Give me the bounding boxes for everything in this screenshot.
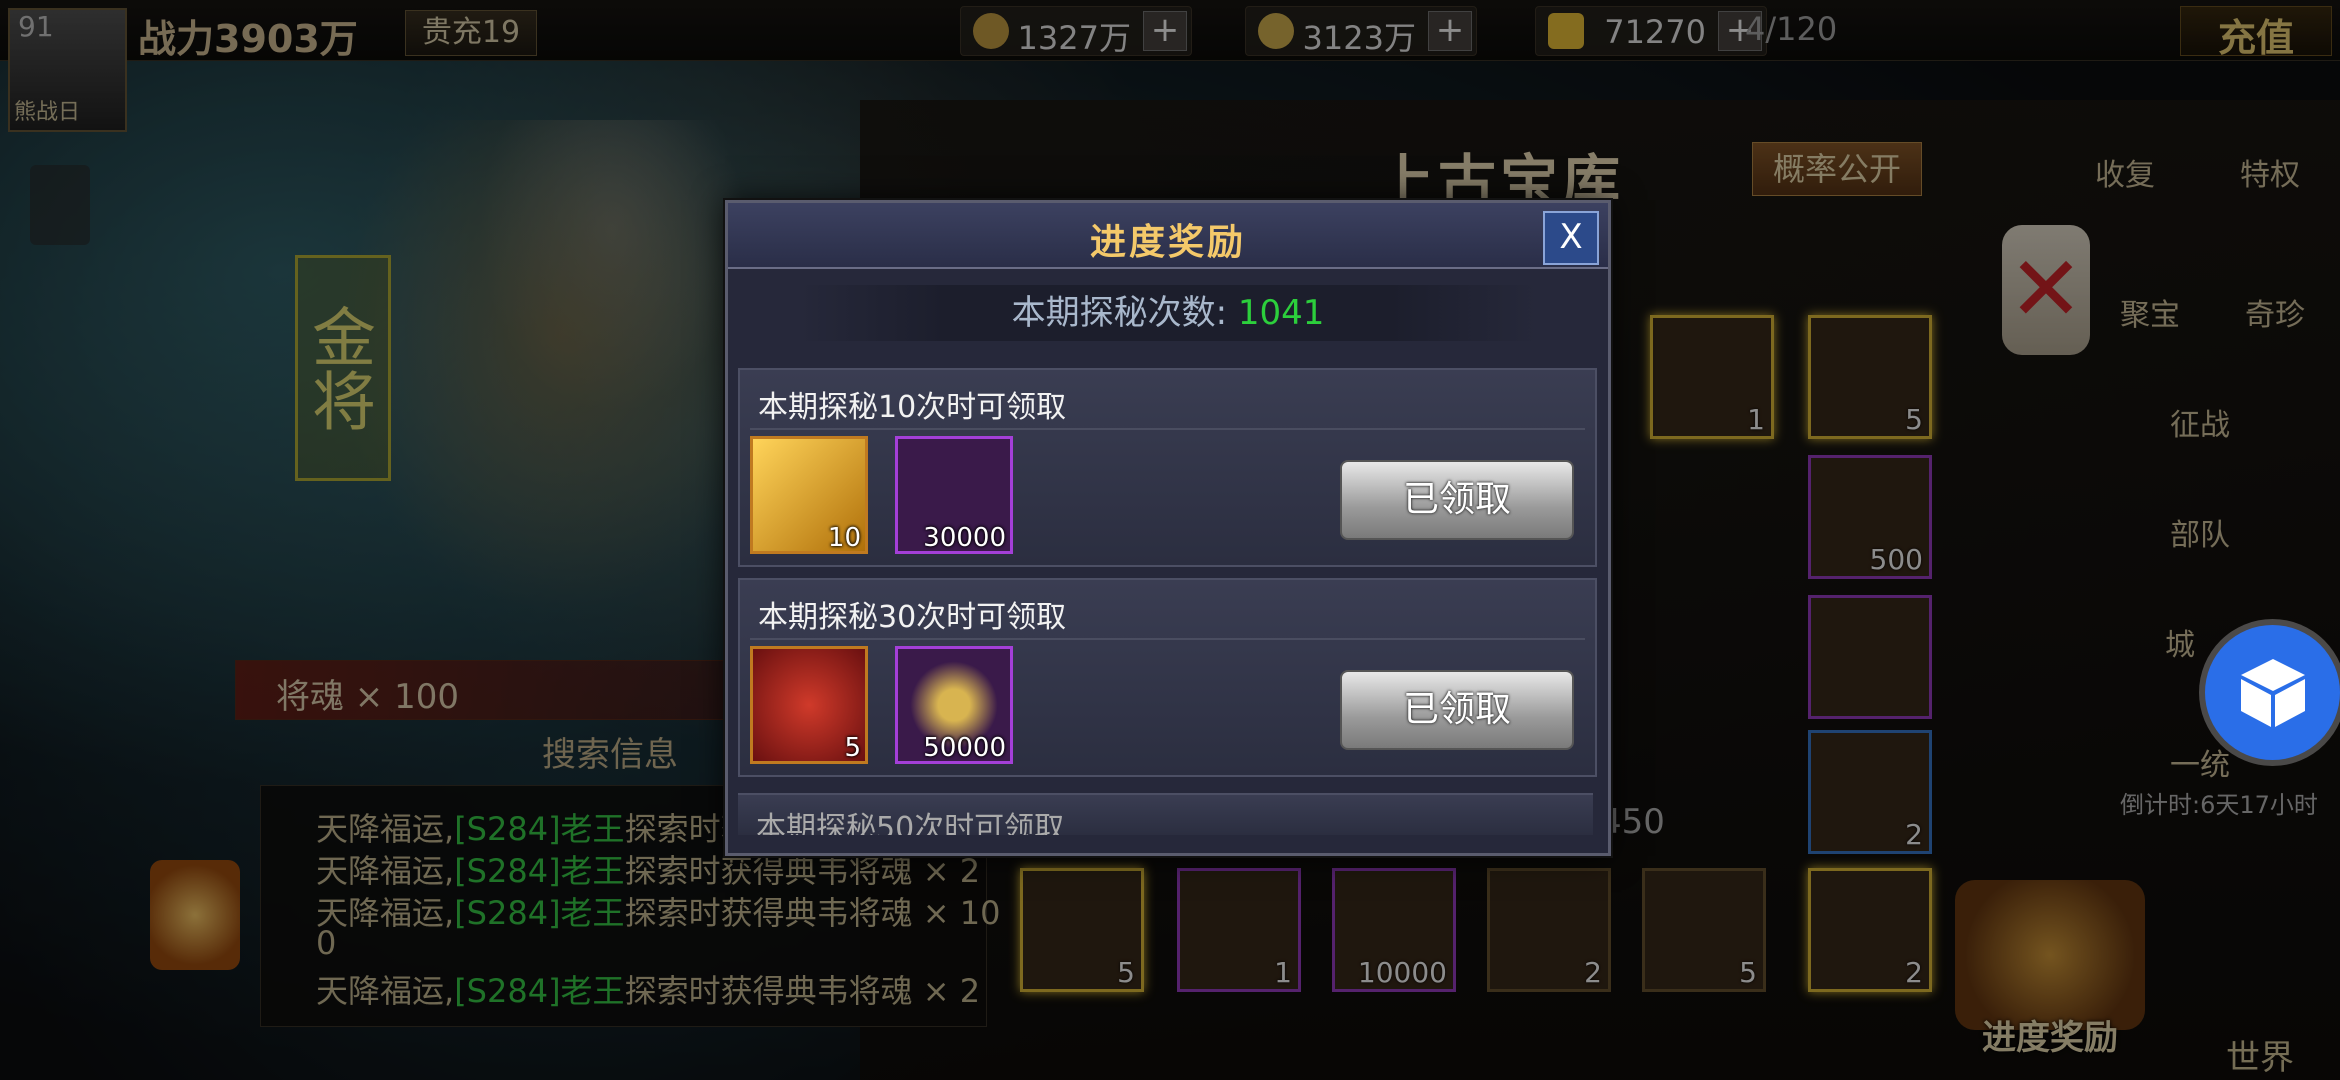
tier-label: 本期探秘50次时可领取 xyxy=(756,811,1065,835)
claimed-button[interactable]: 已领取 xyxy=(1340,460,1574,540)
reward-tier-10: 本期探秘10次时可领取 10 30000 已领取 xyxy=(738,368,1597,567)
dialog-header: 进度奖励 X xyxy=(728,203,1608,269)
gold-bar-icon[interactable]: 10 xyxy=(750,436,868,554)
divider xyxy=(750,428,1585,430)
dialog-close-button[interactable]: X xyxy=(1543,211,1599,265)
copper-coins-icon[interactable]: 50000 xyxy=(895,646,1013,764)
command-token-icon[interactable]: 5 xyxy=(750,646,868,764)
claimed-button[interactable]: 已领取 xyxy=(1340,670,1574,750)
cube-icon xyxy=(2241,659,2305,727)
reward-tier-50: 本期探秘50次时可领取 xyxy=(738,793,1593,835)
progress-reward-dialog: 进度奖励 X 本期探秘次数: 1041 本期探秘10次时可领取 10 30000… xyxy=(725,200,1611,856)
tier-label: 本期探秘30次时可领取 xyxy=(758,600,1067,635)
exploration-count-value: 1041 xyxy=(1237,293,1325,333)
tier-label: 本期探秘10次时可领取 xyxy=(758,390,1067,425)
reward-tier-30: 本期探秘30次时可领取 5 50000 已领取 xyxy=(738,578,1597,777)
divider xyxy=(750,638,1585,640)
coin-pouch-icon[interactable]: 30000 xyxy=(895,436,1013,554)
dialog-title: 进度奖励 xyxy=(1089,222,1246,263)
floating-cube-button[interactable] xyxy=(2205,625,2340,760)
exploration-count: 本期探秘次数: 1041 xyxy=(798,285,1538,341)
